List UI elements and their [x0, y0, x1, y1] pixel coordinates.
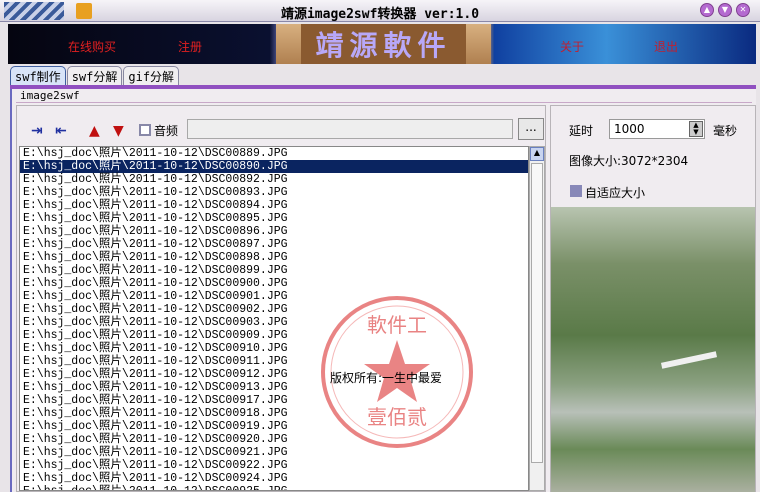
add-files-icon[interactable]: ⇥	[31, 123, 43, 139]
delay-value[interactable]: 1000	[614, 122, 645, 136]
audio-checkbox[interactable]	[139, 124, 151, 136]
file-list-item[interactable]: E:\hsj_doc\照片\2011-10-12\DSC00895.JPG	[20, 212, 528, 225]
file-list-item[interactable]: E:\hsj_doc\照片\2011-10-12\DSC00892.JPG	[20, 173, 528, 186]
panel-label: image2swf	[20, 89, 80, 102]
image-preview	[551, 207, 755, 492]
tab-bar: swf制作 swf分解 gif分解	[10, 66, 180, 85]
settings-panel: 延时 1000 ▲ ▼ 毫秒 图像大小:3072*2304 自适应大小	[550, 105, 756, 492]
delay-spinner[interactable]: ▲ ▼	[689, 121, 703, 137]
restore-button[interactable]: ▼	[718, 3, 732, 17]
file-list-item[interactable]: E:\hsj_doc\照片\2011-10-12\DSC00924.JPG	[20, 472, 528, 485]
scroll-thumb[interactable]	[531, 163, 543, 463]
logo: 靖源軟件	[276, 24, 491, 64]
fit-size-icon[interactable]	[570, 185, 582, 197]
list-scrollbar[interactable]: ▲	[529, 146, 545, 491]
file-list-item[interactable]: E:\hsj_doc\照片\2011-10-12\DSC00897.JPG	[20, 238, 528, 251]
swf-make-panel: image2swf ⇥ ⇤ ▲ ▼ 音频 ... E:\hsj_doc\照片\2…	[10, 89, 756, 492]
file-list-item[interactable]: E:\hsj_doc\照片\2011-10-12\DSC00898.JPG	[20, 251, 528, 264]
move-up-icon[interactable]: ▲	[89, 123, 100, 139]
preview-seesaw	[660, 351, 718, 369]
remove-files-icon[interactable]: ⇤	[55, 123, 67, 139]
tab-swf-split[interactable]: swf分解	[66, 66, 123, 85]
buy-online-link[interactable]: 在线购买	[68, 38, 116, 55]
register-link[interactable]: 注册	[178, 38, 202, 55]
svg-text:壹佰贰: 壹佰贰	[367, 405, 427, 429]
close-button[interactable]: ✕	[736, 3, 750, 17]
file-list-item[interactable]: E:\hsj_doc\照片\2011-10-12\DSC00900.JPG	[20, 277, 528, 290]
window-title: 靖源image2swf转换器 ver:1.0	[280, 7, 480, 22]
tab-swf-make[interactable]: swf制作	[10, 66, 66, 85]
browse-button[interactable]: ...	[518, 118, 544, 140]
fit-size-label[interactable]: 自适应大小	[585, 184, 645, 201]
audio-label: 音频	[154, 124, 179, 138]
file-list-item[interactable]: E:\hsj_doc\照片\2011-10-12\DSC00925.JPG	[20, 485, 528, 490]
file-list-item[interactable]: E:\hsj_doc\照片\2011-10-12\DSC00922.JPG	[20, 459, 528, 472]
image-size-label: 图像大小:3072*2304	[569, 154, 689, 168]
exit-link[interactable]: 退出	[654, 38, 678, 55]
divider	[16, 102, 752, 103]
title-bar: 靖源image2swf转换器 ver:1.0 ▲ ▼ ✕	[0, 0, 760, 22]
about-link[interactable]: 关于	[560, 38, 584, 55]
svg-text:軟件工: 軟件工	[367, 313, 427, 337]
audio-path-input[interactable]	[187, 119, 513, 139]
delay-unit: 毫秒	[713, 124, 738, 138]
file-list-item[interactable]: E:\hsj_doc\照片\2011-10-12\DSC00899.JPG	[20, 264, 528, 277]
delay-input[interactable]: 1000 ▲ ▼	[609, 119, 705, 139]
file-list-item[interactable]: E:\hsj_doc\照片\2011-10-12\DSC00890.JPG	[20, 160, 528, 173]
copyright-text: 版权所有:一生中最爱	[330, 371, 443, 385]
file-list-item[interactable]: E:\hsj_doc\照片\2011-10-12\DSC00893.JPG	[20, 186, 528, 199]
delay-label: 延时	[569, 124, 594, 138]
logo-text: 靖源軟件	[301, 24, 466, 64]
scroll-up-icon[interactable]: ▲	[530, 147, 544, 161]
file-list-item[interactable]: E:\hsj_doc\照片\2011-10-12\DSC00889.JPG	[20, 147, 528, 160]
minimize-button[interactable]: ▲	[700, 3, 714, 17]
banner: 在线购买 注册 靖源軟件 关于 退出	[8, 24, 756, 64]
tab-gif-split[interactable]: gif分解	[123, 66, 180, 85]
file-list-item[interactable]: E:\hsj_doc\照片\2011-10-12\DSC00896.JPG	[20, 225, 528, 238]
toolbar: ⇥ ⇤ ▲ ▼ 音频 ...	[17, 116, 545, 142]
move-down-icon[interactable]: ▼	[113, 123, 124, 139]
file-list-item[interactable]: E:\hsj_doc\照片\2011-10-12\DSC00894.JPG	[20, 199, 528, 212]
